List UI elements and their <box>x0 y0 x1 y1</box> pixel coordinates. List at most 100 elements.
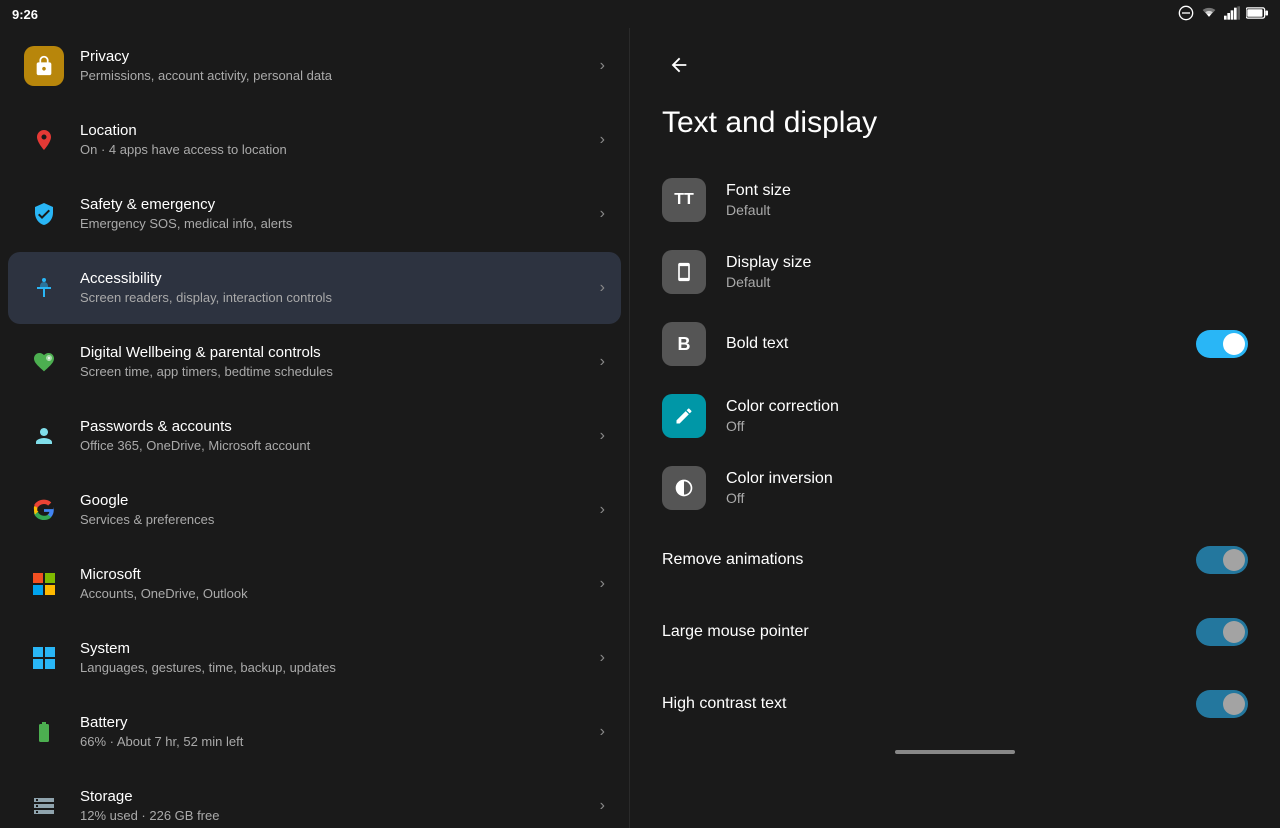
large-mouse-toggle[interactable] <box>1196 618 1248 646</box>
font-size-icon: TT <box>662 178 706 222</box>
display-item-color-correction[interactable]: Color correction Off <box>630 380 1280 452</box>
privacy-icon-wrap <box>24 46 64 86</box>
safety-title: Safety & emergency <box>80 195 600 215</box>
display-size-text: Display size Default <box>726 254 1248 290</box>
display-item-display-size[interactable]: Display size Default <box>630 236 1280 308</box>
status-icons <box>1178 5 1268 24</box>
digital-subtitle: Screen time, app timers, bedtime schedul… <box>80 364 600 381</box>
display-item-bold-text[interactable]: B Bold text <box>630 308 1280 380</box>
remove-animations-title: Remove animations <box>662 551 1196 569</box>
right-nav-area <box>630 740 1280 764</box>
battery-subtitle: 66% · About 7 hr, 52 min left <box>80 734 600 751</box>
google-title: Google <box>80 491 600 511</box>
main-container: Privacy Permissions, account activity, p… <box>0 28 1280 828</box>
signal-icon <box>1224 6 1240 23</box>
display-item-high-contrast[interactable]: High contrast text <box>630 668 1280 740</box>
storage-title: Storage <box>80 787 600 807</box>
system-text: System Languages, gestures, time, backup… <box>80 639 600 677</box>
microsoft-text: Microsoft Accounts, OneDrive, Outlook <box>80 565 600 603</box>
accessibility-subtitle: Screen readers, display, interaction con… <box>80 290 600 307</box>
location-icon-wrap <box>24 120 64 160</box>
status-bar: 9:26 <box>0 0 1280 28</box>
passwords-text: Passwords & accounts Office 365, OneDriv… <box>80 417 600 455</box>
accessibility-text: Accessibility Screen readers, display, i… <box>80 269 600 307</box>
large-mouse-text: Large mouse pointer <box>662 623 1196 641</box>
safety-text: Safety & emergency Emergency SOS, medica… <box>80 195 600 233</box>
bold-text-text: Bold text <box>726 335 1196 353</box>
settings-item-microsoft[interactable]: Microsoft Accounts, OneDrive, Outlook › <box>8 548 621 620</box>
settings-item-privacy[interactable]: Privacy Permissions, account activity, p… <box>8 30 621 102</box>
settings-item-passwords[interactable]: Passwords & accounts Office 365, OneDriv… <box>8 400 621 472</box>
system-title: System <box>80 639 600 659</box>
accessibility-icon-wrap <box>24 268 64 308</box>
digital-icon-wrap <box>24 342 64 382</box>
digital-chevron: › <box>600 353 605 371</box>
color-inversion-icon <box>662 466 706 510</box>
settings-item-safety[interactable]: Safety & emergency Emergency SOS, medica… <box>8 178 621 250</box>
display-size-value: Default <box>726 274 1248 290</box>
storage-subtitle: 12% used · 226 GB free <box>80 808 600 825</box>
settings-item-digital[interactable]: Digital Wellbeing & parental controls Sc… <box>8 326 621 398</box>
dnd-icon <box>1178 5 1194 24</box>
right-header <box>630 28 1280 98</box>
status-time: 9:26 <box>12 7 38 22</box>
high-contrast-knob <box>1223 693 1245 715</box>
digital-title: Digital Wellbeing & parental controls <box>80 343 600 363</box>
large-mouse-knob <box>1223 621 1245 643</box>
display-size-title: Display size <box>726 254 1248 272</box>
location-title: Location <box>80 121 600 141</box>
bold-text-toggle[interactable] <box>1196 330 1248 358</box>
back-button[interactable] <box>662 48 696 88</box>
display-item-remove-animations[interactable]: Remove animations <box>630 524 1280 596</box>
wifi-icon <box>1200 6 1218 23</box>
settings-item-accessibility[interactable]: Accessibility Screen readers, display, i… <box>8 252 621 324</box>
color-correction-title: Color correction <box>726 398 1248 416</box>
digital-text: Digital Wellbeing & parental controls Sc… <box>80 343 600 381</box>
battery-chevron: › <box>600 723 605 741</box>
google-icon-wrap <box>24 490 64 530</box>
safety-icon-wrap <box>24 194 64 234</box>
color-correction-text: Color correction Off <box>726 398 1248 434</box>
remove-animations-text: Remove animations <box>662 551 1196 569</box>
microsoft-subtitle: Accounts, OneDrive, Outlook <box>80 586 600 603</box>
display-item-font-size[interactable]: TT Font size Default <box>630 164 1280 236</box>
safety-subtitle: Emergency SOS, medical info, alerts <box>80 216 600 233</box>
battery-text: Battery 66% · About 7 hr, 52 min left <box>80 713 600 751</box>
page-title: Text and display <box>630 98 1280 164</box>
settings-item-system[interactable]: System Languages, gestures, time, backup… <box>8 622 621 694</box>
system-icon-wrap <box>24 638 64 678</box>
settings-item-location[interactable]: Location On · 4 apps have access to loca… <box>8 104 621 176</box>
microsoft-title: Microsoft <box>80 565 600 585</box>
safety-chevron: › <box>600 205 605 223</box>
microsoft-chevron: › <box>600 575 605 593</box>
settings-item-battery[interactable]: Battery 66% · About 7 hr, 52 min left › <box>8 696 621 768</box>
accessibility-chevron: › <box>600 279 605 297</box>
google-subtitle: Services & preferences <box>80 512 600 529</box>
location-subtitle: On · 4 apps have access to location <box>80 142 600 159</box>
high-contrast-title: High contrast text <box>662 695 1196 713</box>
system-chevron: › <box>600 649 605 667</box>
display-item-color-inversion[interactable]: Color inversion Off <box>630 452 1280 524</box>
remove-animations-toggle[interactable] <box>1196 546 1248 574</box>
color-correction-icon <box>662 394 706 438</box>
color-inversion-title: Color inversion <box>726 470 1248 488</box>
storage-text: Storage 12% used · 226 GB free <box>80 787 600 825</box>
settings-item-storage[interactable]: Storage 12% used · 226 GB free › <box>8 770 621 828</box>
display-item-large-mouse[interactable]: Large mouse pointer <box>630 596 1280 668</box>
storage-chevron: › <box>600 797 605 815</box>
color-correction-value: Off <box>726 418 1248 434</box>
color-inversion-text: Color inversion Off <box>726 470 1248 506</box>
high-contrast-toggle[interactable] <box>1196 690 1248 718</box>
privacy-text: Privacy Permissions, account activity, p… <box>80 47 600 85</box>
system-subtitle: Languages, gestures, time, backup, updat… <box>80 660 600 677</box>
google-chevron: › <box>600 501 605 519</box>
privacy-title: Privacy <box>80 47 600 67</box>
settings-item-google[interactable]: Google Services & preferences › <box>8 474 621 546</box>
passwords-subtitle: Office 365, OneDrive, Microsoft account <box>80 438 600 455</box>
bold-text-knob <box>1223 333 1245 355</box>
display-size-icon <box>662 250 706 294</box>
battery-icon <box>1246 7 1268 22</box>
high-contrast-text: High contrast text <box>662 695 1196 713</box>
battery-icon-wrap <box>24 712 64 752</box>
location-text: Location On · 4 apps have access to loca… <box>80 121 600 159</box>
